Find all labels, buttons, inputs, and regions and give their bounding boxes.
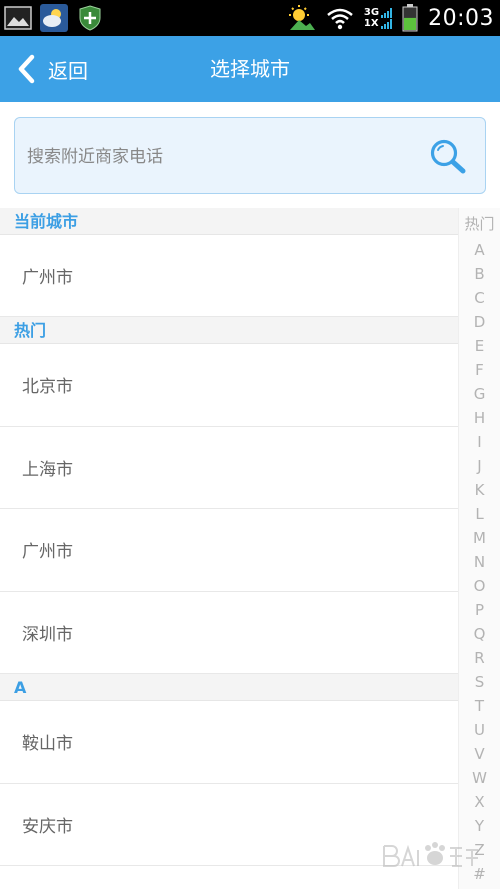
index-letter[interactable]: G xyxy=(459,382,500,406)
city-item-hot[interactable]: 广州市 xyxy=(0,509,458,592)
index-letter[interactable]: J xyxy=(459,454,500,478)
index-letter[interactable]: T xyxy=(459,694,500,718)
back-button[interactable]: 返回 xyxy=(16,36,88,102)
index-letter[interactable]: V xyxy=(459,742,500,766)
search-area xyxy=(0,102,500,208)
index-letter[interactable]: F xyxy=(459,358,500,382)
gallery-icon xyxy=(4,4,32,32)
index-letter[interactable]: W xyxy=(459,766,500,790)
title-bar: 返回 选择城市 xyxy=(0,36,500,102)
index-letter[interactable]: U xyxy=(459,718,500,742)
search-box xyxy=(14,117,486,195)
section-header-a: A xyxy=(0,674,458,701)
index-letter[interactable]: R xyxy=(459,646,500,670)
baidu-watermark-logo xyxy=(383,842,478,867)
section-header-hot: 热门 xyxy=(0,317,458,344)
notification-icons xyxy=(4,4,104,32)
city-list: 当前城市 广州市 热门 北京市 上海市 广州市 深圳市 A 鞍山市 安庆市 xyxy=(0,208,458,866)
city-item-hot[interactable]: 北京市 xyxy=(0,344,458,427)
index-letter[interactable]: I xyxy=(459,430,500,454)
index-letter[interactable]: P xyxy=(459,598,500,622)
back-label: 返回 xyxy=(48,58,88,83)
index-letter[interactable]: O xyxy=(459,574,500,598)
city-item-hot[interactable]: 上海市 xyxy=(0,426,458,509)
index-letter[interactable]: B xyxy=(459,262,500,286)
city-item-current[interactable]: 广州市 xyxy=(0,235,458,317)
search-input[interactable] xyxy=(27,118,417,195)
network-type-bottom: 1X xyxy=(363,18,379,29)
weather-icon xyxy=(40,4,68,32)
city-item-hot[interactable]: 深圳市 xyxy=(0,591,458,674)
index-letter[interactable]: M xyxy=(459,526,500,550)
status-bar: 3G 1X 20:03 xyxy=(0,0,500,36)
search-icon[interactable] xyxy=(429,138,467,176)
system-icons: 3G 1X 20:03 xyxy=(286,2,494,34)
index-letter[interactable]: D xyxy=(459,310,500,334)
index-letter[interactable]: K xyxy=(459,478,500,502)
shield-plus-icon xyxy=(76,4,104,32)
index-letter[interactable]: X xyxy=(459,790,500,814)
city-item-a[interactable]: 鞍山市 xyxy=(0,701,458,784)
wifi-icon xyxy=(327,8,353,30)
network-type-top: 3G xyxy=(363,7,380,18)
signal-icon: 3G 1X xyxy=(363,7,393,29)
battery-icon xyxy=(402,4,418,32)
chevron-left-icon xyxy=(18,54,35,84)
index-letter[interactable]: C xyxy=(459,286,500,310)
index-letter[interactable]: Q xyxy=(459,622,500,646)
index-letter[interactable]: 热门 xyxy=(459,212,500,236)
index-letter[interactable]: H xyxy=(459,406,500,430)
index-letter[interactable]: L xyxy=(459,502,500,526)
index-letter[interactable]: A xyxy=(459,238,500,262)
alphabet-index-bar[interactable]: 热门 A B C D E F G H I J K L M N O P Q R S… xyxy=(458,208,500,889)
clock: 20:03 xyxy=(428,5,494,31)
index-letter[interactable]: S xyxy=(459,670,500,694)
index-letter[interactable]: N xyxy=(459,550,500,574)
section-header-current: 当前城市 xyxy=(0,208,458,235)
index-letter[interactable]: E xyxy=(459,334,500,358)
index-letter[interactable]: Y xyxy=(459,814,500,838)
weather-sun-icon xyxy=(288,5,315,30)
